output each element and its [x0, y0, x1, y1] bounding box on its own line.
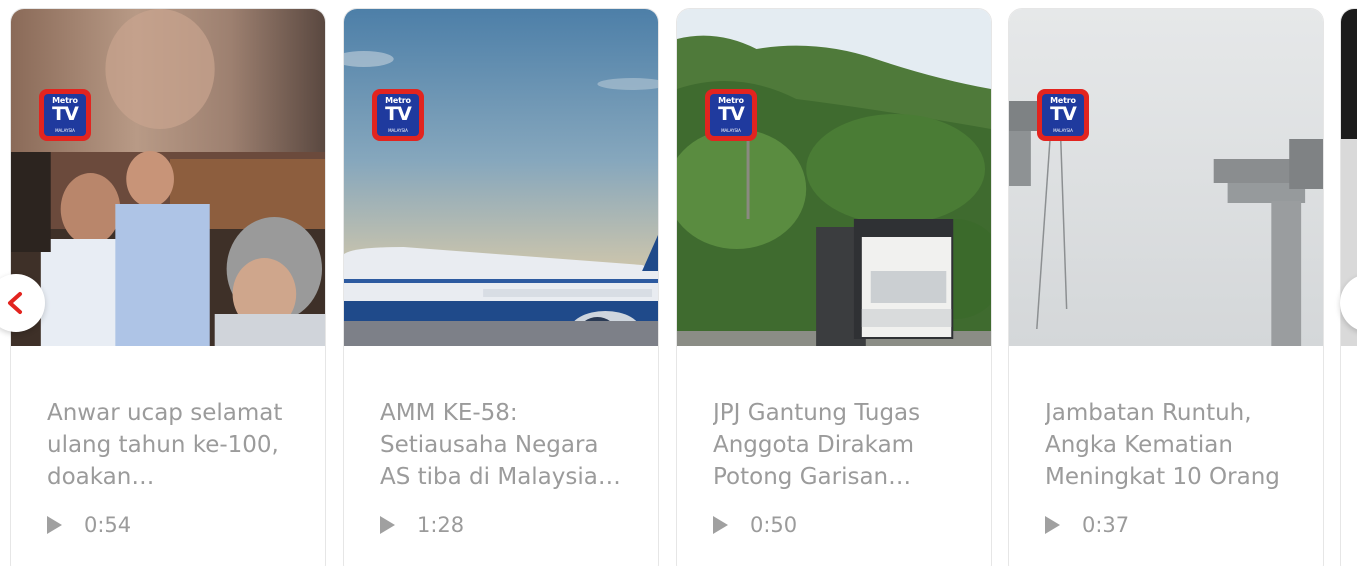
- video-thumbnail[interactable]: Metro TV MALAYSIA: [344, 9, 658, 346]
- metro-tv-logo: Metro TV MALAYSIA: [705, 89, 757, 141]
- thumbnail-image: [1009, 9, 1323, 346]
- video-title[interactable]: Jambatan Runtuh, Angka Kematian Meningka…: [1045, 397, 1295, 493]
- video-meta: 1:28: [380, 511, 464, 539]
- logo-text-bottom: MALAYSIA: [388, 128, 408, 133]
- play-icon: [47, 516, 62, 534]
- logo-text-main: TV: [385, 103, 412, 125]
- video-title[interactable]: Anwar ucap selamat ulang tahun ke-100, d…: [47, 397, 297, 493]
- video-thumbnail[interactable]: Metro TV MALAYSIA: [1009, 9, 1323, 346]
- video-title[interactable]: AMM KE-58: Setiausaha Negara AS tiba di …: [380, 397, 630, 493]
- metro-tv-logo: Metro TV MALAYSIA: [39, 89, 91, 141]
- video-duration: 0:37: [1082, 513, 1130, 537]
- thumbnail-image: [677, 9, 991, 346]
- video-meta: 0:50: [713, 511, 797, 539]
- video-card[interactable]: Metro TV MALAYSIA Jambatan Runtuh, Angka…: [1008, 8, 1324, 566]
- chevron-left-icon: [8, 292, 22, 314]
- logo-text-bottom: MALAYSIA: [1053, 128, 1073, 133]
- logo-text-bottom: MALAYSIA: [55, 128, 75, 133]
- video-meta: 0:37: [1045, 511, 1129, 539]
- video-duration: 1:28: [417, 513, 465, 537]
- video-thumbnail[interactable]: Metro TV MALAYSIA: [677, 9, 991, 346]
- metro-tv-logo: Metro TV MALAYSIA: [1037, 89, 1089, 141]
- logo-text-main: TV: [1050, 103, 1077, 125]
- video-card[interactable]: Metro TV MALAYSIA JPJ Gantung Tugas Angg…: [676, 8, 992, 566]
- video-title[interactable]: JPJ Gantung Tugas Anggota Dirakam Potong…: [713, 397, 963, 493]
- video-thumbnail[interactable]: Metro TV MALAYSIA: [11, 9, 325, 346]
- video-carousel: Metro TV MALAYSIA Anwar ucap selamat ula…: [0, 0, 1357, 566]
- video-meta: 0:54: [47, 511, 131, 539]
- play-icon: [1045, 516, 1060, 534]
- metro-tv-logo: Metro TV MALAYSIA: [372, 89, 424, 141]
- video-card[interactable]: Metro TV MALAYSIA AMM KE-58: Setiausaha …: [343, 8, 659, 566]
- thumbnail-image: [11, 9, 325, 346]
- play-icon: [380, 516, 395, 534]
- thumbnail-image: [344, 9, 658, 346]
- video-card[interactable]: Metro TV MALAYSIA Anwar ucap selamat ula…: [10, 8, 326, 566]
- play-icon: [713, 516, 728, 534]
- logo-text-main: TV: [52, 103, 79, 125]
- logo-text-bottom: MALAYSIA: [721, 128, 741, 133]
- video-duration: 0:54: [84, 513, 132, 537]
- logo-text-main: TV: [718, 103, 745, 125]
- video-duration: 0:50: [750, 513, 798, 537]
